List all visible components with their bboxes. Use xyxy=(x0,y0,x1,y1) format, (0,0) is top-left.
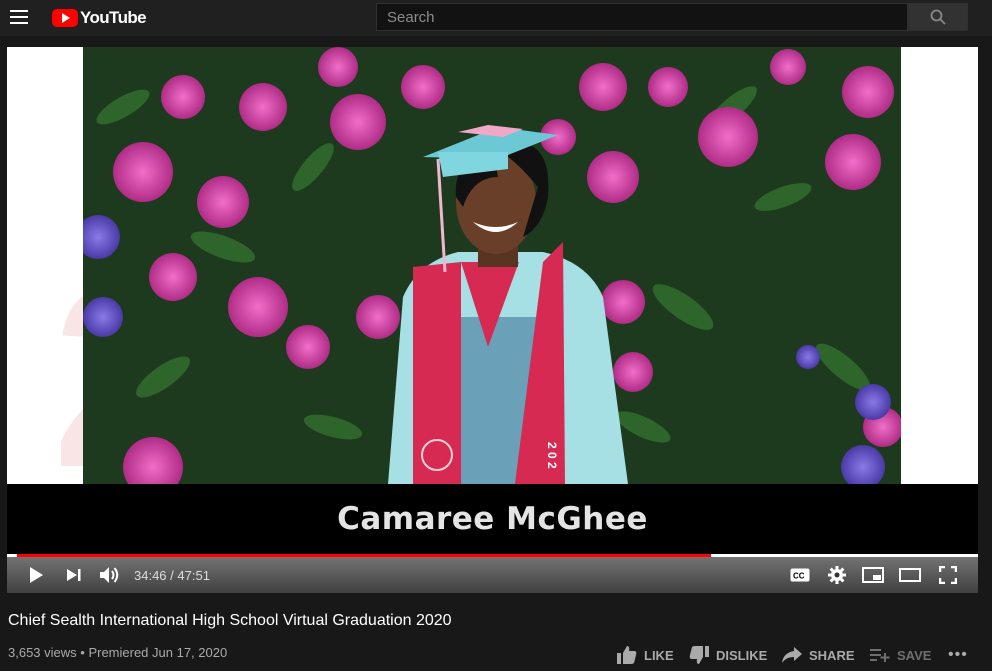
dislike-label: DISLIKE xyxy=(716,647,768,663)
search-icon xyxy=(930,9,946,25)
dislike-button[interactable]: DISLIKE xyxy=(688,643,767,667)
youtube-play-icon xyxy=(52,9,78,27)
thumbs-up-icon xyxy=(617,646,637,664)
volume-icon xyxy=(100,567,119,583)
search-button[interactable] xyxy=(908,3,968,31)
graduate-photo: 2 0 2 xyxy=(83,47,901,484)
miniplayer-icon xyxy=(862,567,884,583)
time-display: 34:46 / 47:51 xyxy=(134,568,210,583)
playlist-add-icon xyxy=(870,649,890,662)
share-icon xyxy=(782,647,802,663)
theater-icon xyxy=(899,568,921,582)
settings-button[interactable] xyxy=(826,565,848,585)
graduate-name: Camaree McGhee xyxy=(337,501,648,537)
top-bar: YouTube xyxy=(0,0,992,36)
next-button[interactable] xyxy=(63,565,85,585)
name-caption-bar: Camaree McGhee xyxy=(7,484,978,554)
share-label: SHARE xyxy=(809,647,855,663)
player-controls: 34:46 / 47:51 CC xyxy=(7,557,978,593)
more-icon: ••• xyxy=(948,646,968,663)
svg-text:CC: CC xyxy=(793,572,805,581)
next-icon xyxy=(67,569,81,581)
more-actions-button[interactable]: ••• xyxy=(948,646,968,664)
like-button[interactable]: LIKE xyxy=(616,643,674,667)
video-frame: 2 0 2 xyxy=(83,47,901,484)
play-button[interactable] xyxy=(25,565,47,585)
duration: 47:51 xyxy=(177,568,210,583)
stole-year: 2 0 2 xyxy=(545,442,559,469)
captions-icon: CC xyxy=(790,568,810,582)
fullscreen-button[interactable] xyxy=(937,565,959,585)
captions-button[interactable]: CC xyxy=(789,565,811,585)
meta-separator: • xyxy=(76,645,89,660)
premiere-date: Premiered Jun 17, 2020 xyxy=(88,645,228,660)
save-button[interactable]: SAVE xyxy=(869,643,931,667)
video-meta: 3,653 views • Premiered Jun 17, 2020 xyxy=(8,645,227,660)
save-label: SAVE xyxy=(897,647,932,663)
current-time: 34:46 xyxy=(134,568,167,583)
settings-icon xyxy=(828,566,846,584)
mute-button[interactable] xyxy=(99,565,121,585)
theater-mode-button[interactable] xyxy=(899,565,921,585)
thumbs-down-icon xyxy=(689,646,709,664)
time-separator: / xyxy=(166,568,178,583)
view-count: 3,653 views xyxy=(8,645,77,660)
youtube-logo[interactable]: YouTube xyxy=(52,8,147,28)
logo-text: YouTube xyxy=(80,8,147,27)
miniplayer-button[interactable] xyxy=(862,565,884,585)
menu-icon[interactable] xyxy=(10,10,28,24)
video-player[interactable]: 2020 xyxy=(7,47,978,593)
fullscreen-icon xyxy=(939,566,957,584)
share-button[interactable]: SHARE xyxy=(781,643,855,667)
like-label: LIKE xyxy=(644,647,674,663)
video-title: Chief Sealth International High School V… xyxy=(8,612,452,629)
search-input[interactable] xyxy=(376,3,908,31)
play-icon xyxy=(30,567,43,583)
